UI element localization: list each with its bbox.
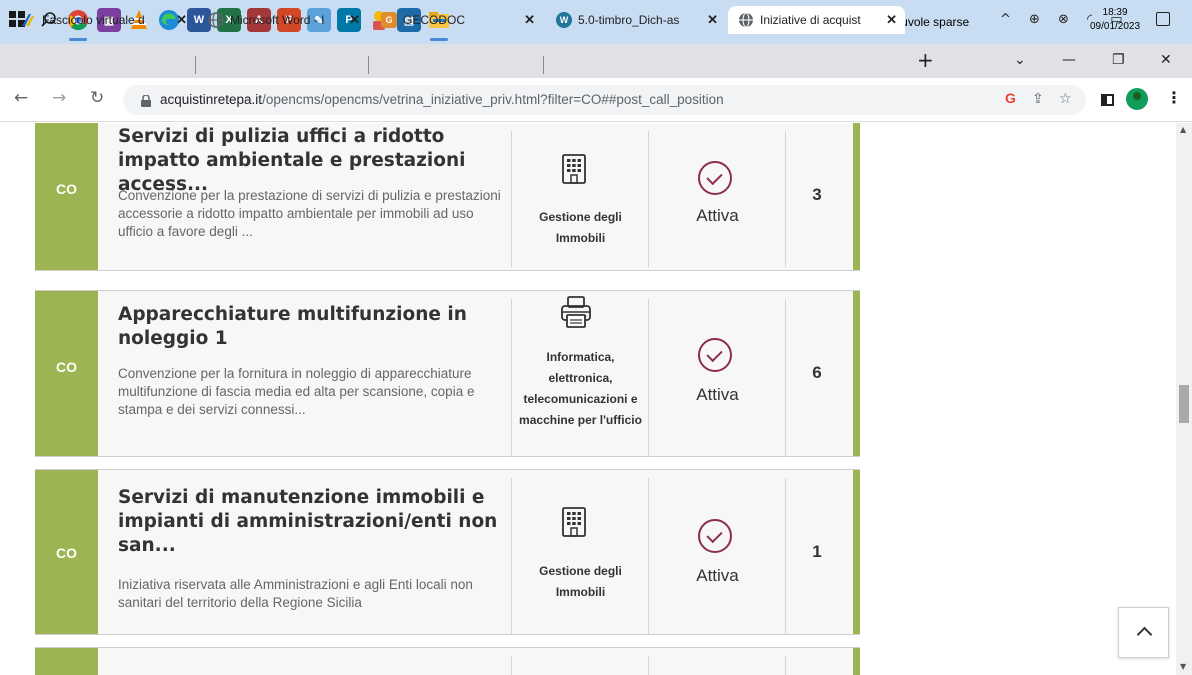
row-right-bar — [853, 648, 860, 675]
lock-icon[interactable] — [141, 92, 151, 107]
new-tab-icon[interactable]: + — [917, 48, 934, 72]
iniziativa-row[interactable]: CO Apparecchiature multifunzione in nole… — [35, 290, 860, 457]
row-description: Convenzione per la fornitura in noleggio… — [118, 366, 475, 417]
tab-fascicolo[interactable]: Fascicolo virtuale d ✕ — [10, 6, 195, 34]
row-description: Iniziativa riservata alle Amministrazion… — [118, 577, 473, 610]
row-category: Gestione degli Immobili — [539, 564, 622, 599]
back-to-top-button[interactable] — [1118, 607, 1169, 658]
menu-kebab-icon[interactable]: ⋮ — [1166, 88, 1182, 107]
page-content: CO Servizi di pulizia uffici a ridotto i… — [0, 123, 1176, 675]
column-divider — [648, 131, 649, 267]
row-tag: CO — [56, 181, 77, 197]
building-icon — [560, 153, 588, 189]
url-host: acquistinretepa.it — [160, 92, 263, 107]
iniziativa-row[interactable]: CO Servizi di manutenzione immobili e im… — [35, 469, 860, 635]
close-tab-icon[interactable]: ✕ — [707, 12, 718, 28]
back-icon[interactable]: ← — [14, 88, 28, 108]
row-count: 3 — [812, 185, 822, 204]
share-icon[interactable]: ⇪ — [1032, 91, 1044, 107]
column-divider — [648, 656, 649, 675]
building-icon — [560, 506, 588, 542]
close-tab-icon[interactable]: ✕ — [176, 12, 187, 28]
check-circle-icon — [698, 519, 732, 553]
google-translate-icon[interactable]: G — [1005, 90, 1016, 106]
row-category: Informatica, elettronica, telecomunicazi… — [519, 350, 642, 427]
clock[interactable]: 18:39 09/01/2023 — [1090, 6, 1140, 34]
close-tab-icon[interactable]: ✕ — [886, 12, 897, 28]
bookmark-star-icon[interactable]: ☆ — [1059, 91, 1072, 107]
row-count: 6 — [812, 363, 822, 382]
tab-title: Microsoft Word - I — [230, 13, 325, 27]
row-tag: CO — [56, 359, 77, 375]
profile-avatar[interactable] — [1126, 88, 1148, 110]
printer-icon — [560, 295, 592, 333]
row-status: Attiva — [696, 566, 739, 585]
row-title[interactable]: Apparecchiature multifunzione in noleggi… — [118, 303, 508, 351]
column-divider — [511, 131, 512, 267]
column-divider — [511, 656, 512, 675]
tab-microsoft-word[interactable]: Microsoft Word - I ✕ — [198, 6, 368, 34]
globe-icon — [208, 12, 224, 28]
close-window-icon[interactable]: ✕ — [1160, 52, 1172, 68]
clock-date: 09/01/2023 — [1090, 21, 1141, 32]
column-divider — [648, 299, 649, 457]
row-right-bar — [853, 123, 860, 270]
toolbar: ← → ↻ acquistinretepa.it/opencms/opencms… — [0, 78, 1192, 122]
tab-search-icon[interactable]: ⌄ — [1014, 52, 1026, 68]
check-circle-icon — [698, 161, 732, 195]
tab-timbro[interactable]: W 5.0-timbro_Dich-as ✕ — [546, 6, 726, 34]
column-divider — [648, 478, 649, 634]
row-title[interactable]: Servizi di manutenzione immobili e impia… — [118, 486, 508, 558]
gecodoc-icon: G — [381, 12, 397, 28]
tab-gecodoc[interactable]: G GECODOC ✕ — [371, 6, 543, 34]
restore-icon[interactable]: ❐ — [1112, 52, 1125, 68]
tab-title: Fascicolo virtuale d — [42, 13, 145, 27]
fascicolo-icon — [20, 12, 36, 28]
url-text[interactable]: acquistinretepa.it/opencms/opencms/vetri… — [160, 92, 724, 107]
row-right-bar — [853, 470, 860, 634]
row-right-bar — [853, 291, 860, 456]
close-tab-icon[interactable]: ✕ — [349, 12, 360, 28]
row-status: Attiva — [696, 206, 739, 225]
side-panel-icon[interactable] — [1101, 94, 1114, 106]
tab-iniziative-active[interactable]: Iniziative di acquist ✕ — [728, 6, 905, 34]
column-divider — [785, 656, 786, 675]
explorer-active-indicator — [430, 38, 448, 41]
iniziativa-row-partial-bottom — [35, 647, 860, 675]
column-divider — [511, 478, 512, 634]
url-path: /opencms/opencms/vetrina_iniziative_priv… — [262, 92, 724, 107]
chrome-active-indicator — [69, 38, 87, 41]
close-tab-icon[interactable]: ✕ — [524, 12, 535, 28]
tab-title: 5.0-timbro_Dich-as — [578, 13, 680, 27]
column-divider — [785, 478, 786, 634]
column-divider — [511, 299, 512, 457]
forward-icon[interactable]: → — [52, 88, 66, 108]
scrollbar-thumb[interactable] — [1179, 385, 1189, 423]
check-circle-icon — [698, 338, 732, 372]
scroll-down-arrow-icon[interactable]: ▼ — [1180, 662, 1186, 671]
tab-title: GECODOC — [403, 13, 466, 27]
column-divider — [785, 131, 786, 267]
globe-icon — [738, 12, 754, 28]
wordpress-icon: W — [556, 12, 572, 28]
row-count: 1 — [812, 542, 822, 561]
column-divider — [785, 299, 786, 457]
tab-separator — [368, 56, 369, 74]
reload-icon[interactable]: ↻ — [90, 88, 104, 108]
clock-time: 18:39 — [1102, 7, 1128, 18]
scroll-up-arrow-icon[interactable]: ▲ — [1180, 125, 1186, 134]
minimize-icon[interactable]: — — [1062, 52, 1076, 68]
row-green-bar — [35, 648, 98, 675]
iniziativa-row[interactable]: CO Servizi di pulizia uffici a ridotto i… — [35, 123, 860, 271]
tab-separator — [195, 56, 196, 74]
row-description: Convenzione per la prestazione di serviz… — [118, 188, 501, 239]
notification-icon[interactable] — [1156, 12, 1170, 26]
row-category: Gestione degli Immobili — [539, 210, 622, 245]
row-status: Attiva — [696, 385, 739, 404]
tab-separator — [543, 56, 544, 74]
tab-title: Iniziative di acquist — [760, 13, 861, 27]
row-tag: CO — [56, 545, 77, 561]
